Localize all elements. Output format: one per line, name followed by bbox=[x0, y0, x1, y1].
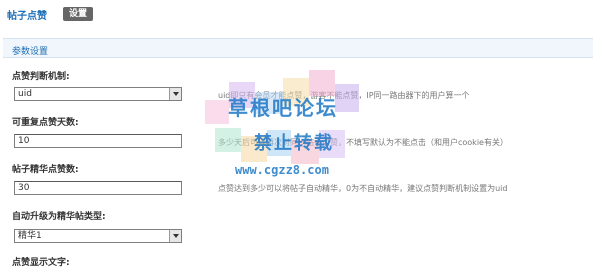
digest-count-input[interactable]: 30 bbox=[14, 181, 182, 195]
tab-settings[interactable]: 设置 bbox=[63, 7, 94, 21]
field-label-digest-type: 自动升级为精华帖类型: bbox=[12, 212, 106, 222]
watermark-tile bbox=[205, 100, 229, 124]
page-header: 帖子点赞 设置 bbox=[0, 0, 600, 30]
watermark-subtitle: 禁止转载 bbox=[254, 133, 334, 154]
chevron-down-icon[interactable] bbox=[169, 230, 181, 242]
section-header: 参数设置 bbox=[3, 38, 593, 58]
mechanism-select-value: uid bbox=[18, 89, 32, 99]
watermark-title: 草根吧论坛 bbox=[228, 96, 338, 120]
watermark-tile bbox=[215, 128, 241, 152]
chevron-down-icon[interactable] bbox=[169, 88, 181, 100]
section-title: 参数设置 bbox=[12, 47, 49, 57]
digest-type-select[interactable]: 精华1 bbox=[14, 229, 182, 243]
field-label-repeat-days: 可重复点赞天数: bbox=[12, 118, 79, 128]
watermark-tile bbox=[335, 84, 359, 112]
digest-type-select-value: 精华1 bbox=[18, 231, 42, 241]
field-label-digest-count: 帖子精华点赞数: bbox=[12, 165, 79, 175]
mechanism-select[interactable]: uid bbox=[14, 87, 182, 101]
field-label-mechanism: 点赞判断机制: bbox=[12, 72, 70, 82]
watermark-url: www.cgzz8.com bbox=[235, 163, 329, 177]
field-label-display-text: 点赞显示文字: bbox=[12, 258, 70, 268]
repeat-days-input[interactable]: 10 bbox=[14, 134, 182, 148]
page-title: 帖子点赞 bbox=[7, 11, 47, 22]
